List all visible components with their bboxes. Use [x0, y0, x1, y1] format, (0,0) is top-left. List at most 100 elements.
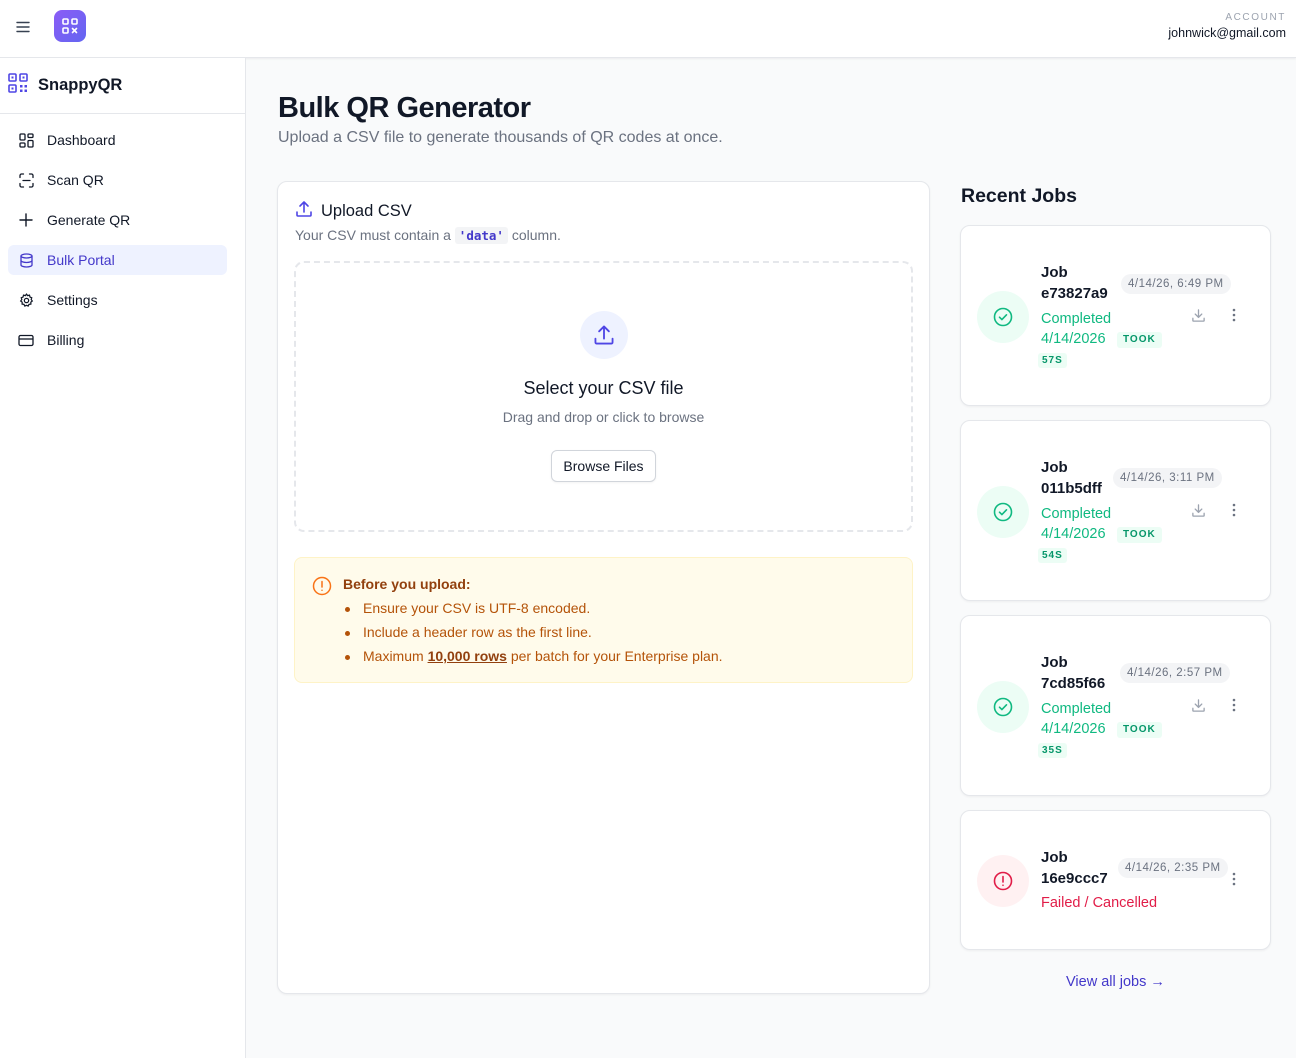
- upload-csv-card: Upload CSV Your CSV must contain a 'data…: [277, 181, 930, 994]
- main-content: Bulk QR Generator Upload a CSV file to g…: [246, 58, 1296, 1058]
- job-finished-date: 4/14/2026: [1041, 721, 1106, 737]
- dashboard-icon: [18, 132, 34, 148]
- csv-dropzone[interactable]: Select your CSV file Drag and drop or cl…: [294, 261, 913, 532]
- data-column-code: 'data': [454, 227, 508, 244]
- download-icon[interactable]: [1188, 500, 1208, 520]
- took-duration: 35S: [1038, 743, 1067, 758]
- browse-files-button[interactable]: Browse Files: [551, 450, 656, 482]
- job-id: Job 16e9ccc7: [1041, 847, 1121, 889]
- brand[interactable]: SnappyQR: [0, 58, 245, 114]
- job-id-value: 011b5dff: [1041, 480, 1102, 497]
- job-date-badge: 4/14/26, 3:11 PM: [1113, 468, 1222, 488]
- more-vertical-icon[interactable]: [1224, 869, 1244, 889]
- job-label: Job: [1041, 849, 1068, 866]
- sidebar-item-generate-qr[interactable]: Generate QR: [8, 205, 227, 235]
- sidebar-item-scan-qr[interactable]: Scan QR: [8, 165, 227, 195]
- alert-circle-icon: [977, 855, 1029, 907]
- job-date-badge: 4/14/26, 2:35 PM: [1118, 858, 1228, 878]
- took-label: TOOK: [1117, 332, 1162, 348]
- job-status: Failed / Cancelled: [1041, 895, 1158, 911]
- download-icon[interactable]: [1188, 305, 1208, 325]
- upload-icon: [580, 311, 628, 359]
- job-card[interactable]: Job 011b5dff 4/14/26, 3:11 PM Completed 4…: [960, 420, 1271, 601]
- scan-icon: [18, 172, 34, 188]
- notice-item: Include a header row as the first line.: [343, 624, 723, 648]
- upload-icon: [295, 200, 313, 223]
- took-duration: 54S: [1038, 548, 1067, 563]
- sidebar-item-label: Bulk Portal: [47, 252, 115, 268]
- sidebar-item-label: Settings: [47, 292, 98, 308]
- job-label: Job: [1041, 459, 1068, 476]
- qr-code-icon: [8, 73, 28, 98]
- dropzone-subtitle: Drag and drop or click to browse: [502, 409, 705, 425]
- job-id-value: e73827a9: [1041, 285, 1108, 302]
- brand-name: SnappyQR: [38, 76, 123, 94]
- job-label: Job: [1041, 654, 1068, 671]
- row-limit-link[interactable]: 10,000 rows: [428, 648, 507, 664]
- job-status: Completed: [1041, 311, 1112, 327]
- sidebar-nav: Dashboard Scan QR Generate QR Bulk Porta…: [0, 114, 245, 355]
- job-id-value: 7cd85f66: [1041, 675, 1106, 692]
- upload-card-header: Upload CSV: [295, 200, 412, 223]
- job-status: Completed: [1041, 506, 1112, 522]
- recent-jobs-title: Recent Jobs: [961, 185, 1077, 207]
- more-vertical-icon[interactable]: [1224, 695, 1244, 715]
- check-circle-icon: [977, 681, 1029, 733]
- page-subtitle: Upload a CSV file to generate thousands …: [278, 129, 723, 146]
- job-label: Job: [1041, 264, 1068, 281]
- sidebar-item-label: Scan QR: [47, 172, 104, 188]
- job-status: Completed: [1041, 701, 1112, 717]
- took-label: TOOK: [1117, 527, 1162, 543]
- notice-text: per batch for your Enterprise plan.: [506, 648, 723, 664]
- took-duration: 57S: [1038, 353, 1067, 368]
- more-vertical-icon[interactable]: [1224, 305, 1244, 325]
- desc-text: column.: [507, 227, 561, 243]
- job-finished-date: 4/14/2026: [1041, 331, 1106, 347]
- notice-item: Ensure your CSV is UTF-8 encoded.: [343, 600, 723, 624]
- job-id-value: 16e9ccc7: [1041, 870, 1108, 887]
- upload-card-title: Upload CSV: [321, 202, 412, 220]
- account-info[interactable]: ACCOUNT johnwick@gmail.com: [1168, 12, 1286, 40]
- account-email: johnwick@gmail.com: [1168, 26, 1286, 40]
- job-date-badge: 4/14/26, 2:57 PM: [1120, 663, 1230, 683]
- dropzone-title: Select your CSV file: [523, 378, 684, 398]
- check-circle-icon: [977, 291, 1029, 343]
- notice-text: Maximum: [363, 648, 428, 664]
- took-label: TOOK: [1117, 722, 1162, 738]
- sidebar-item-settings[interactable]: Settings: [8, 285, 227, 315]
- page-title: Bulk QR Generator: [278, 92, 531, 124]
- job-id: Job 7cd85f66: [1041, 652, 1121, 694]
- account-label: ACCOUNT: [1225, 12, 1286, 23]
- sidebar-item-label: Generate QR: [47, 212, 131, 228]
- top-bar: ACCOUNT johnwick@gmail.com: [0, 0, 1296, 58]
- job-date-badge: 4/14/26, 6:49 PM: [1121, 274, 1231, 294]
- notice-item: Maximum 10,000 rows per batch for your E…: [343, 648, 723, 672]
- job-finished-date: 4/14/2026: [1041, 526, 1106, 542]
- download-icon[interactable]: [1188, 695, 1208, 715]
- view-all-jobs-link[interactable]: View all jobs →: [1066, 974, 1165, 990]
- plus-icon: [18, 212, 34, 228]
- alert-icon: [312, 576, 332, 601]
- notice-list: Ensure your CSV is UTF-8 encoded. Includ…: [343, 600, 723, 672]
- sidebar-item-billing[interactable]: Billing: [8, 325, 227, 355]
- hamburger-icon[interactable]: [12, 16, 34, 38]
- more-vertical-icon[interactable]: [1224, 500, 1244, 520]
- sidebar-item-dashboard[interactable]: Dashboard: [8, 125, 227, 155]
- desc-text: Your CSV must contain a: [295, 227, 455, 243]
- credit-card-icon: [18, 332, 34, 348]
- job-card[interactable]: Job e73827a9 4/14/26, 6:49 PM Completed 4…: [960, 225, 1271, 406]
- job-id: Job e73827a9: [1041, 262, 1121, 304]
- job-card[interactable]: Job 7cd85f66 4/14/26, 2:57 PM Completed 4…: [960, 615, 1271, 796]
- sidebar: SnappyQR Dashboard Scan QR Generate QR B…: [0, 58, 246, 1058]
- sidebar-item-bulk-portal[interactable]: Bulk Portal: [8, 245, 227, 275]
- job-card[interactable]: Job 16e9ccc7 4/14/26, 2:35 PM Failed / Ca…: [960, 810, 1271, 950]
- qr-grid-icon[interactable]: [54, 10, 86, 42]
- gear-icon: [18, 292, 34, 308]
- sidebar-item-label: Billing: [47, 332, 85, 348]
- notice-title: Before you upload:: [343, 576, 471, 592]
- check-circle-icon: [977, 486, 1029, 538]
- job-id: Job 011b5dff: [1041, 457, 1121, 499]
- database-icon: [18, 252, 34, 268]
- upload-card-description: Your CSV must contain a 'data' column.: [295, 227, 561, 244]
- upload-notice: Before you upload: Ensure your CSV is UT…: [294, 557, 913, 683]
